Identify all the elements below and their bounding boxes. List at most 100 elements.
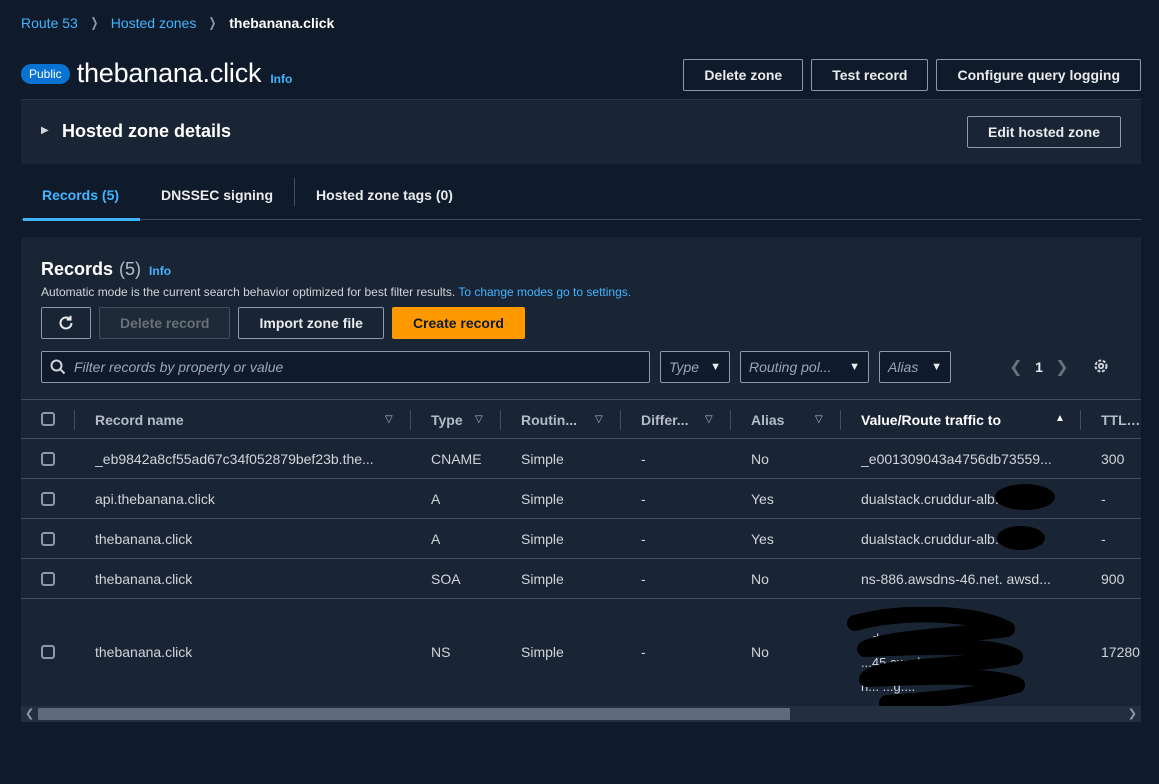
record-differentiator: - bbox=[641, 451, 646, 467]
breadcrumb-hosted-zones[interactable]: Hosted zones bbox=[111, 15, 197, 31]
record-differentiator: - bbox=[641, 491, 646, 507]
record-differentiator: - bbox=[641, 531, 646, 547]
public-badge: Public bbox=[21, 63, 70, 84]
sort-icon[interactable]: ▽ bbox=[475, 414, 483, 425]
record-name: api.thebanana.click bbox=[95, 491, 215, 507]
col-record-name[interactable]: Record name bbox=[95, 412, 184, 428]
breadcrumb-route53[interactable]: Route 53 bbox=[21, 15, 78, 31]
next-page-icon[interactable]: ❯ bbox=[1052, 357, 1072, 377]
col-ttl[interactable]: TTL (s bbox=[1101, 412, 1141, 428]
header-actions: Delete zone Test record Configure query … bbox=[683, 59, 1141, 91]
refresh-button[interactable] bbox=[41, 307, 91, 339]
record-routing: Simple bbox=[521, 571, 564, 587]
scroll-left-icon[interactable]: ❮ bbox=[25, 707, 34, 720]
records-info-link[interactable]: Info bbox=[149, 264, 171, 278]
row-checkbox[interactable] bbox=[41, 645, 55, 659]
page-title: thebanana.click bbox=[76, 58, 262, 88]
table-row[interactable]: thebanana.click A Simple - Yes dualstack… bbox=[21, 519, 1141, 559]
record-ttl: 300 bbox=[1101, 451, 1125, 467]
type-filter-select[interactable]: Type ▼ bbox=[660, 351, 730, 383]
col-type[interactable]: Type bbox=[431, 412, 463, 428]
row-checkbox[interactable] bbox=[41, 492, 55, 506]
tab-hosted-zone-tags[interactable]: Hosted zone tags (0) bbox=[295, 170, 474, 220]
search-box[interactable] bbox=[41, 351, 650, 383]
table-row[interactable]: thebanana.click NS Simple - No ...dns-62… bbox=[21, 599, 1141, 709]
col-differentiator[interactable]: Differ... bbox=[641, 412, 688, 428]
record-routing: Simple bbox=[521, 451, 564, 467]
info-link[interactable]: Info bbox=[270, 72, 292, 86]
row-checkbox[interactable] bbox=[41, 572, 55, 586]
table-header: Record name ▽ Type ▽ Routin... ▽ Differ.… bbox=[21, 399, 1141, 439]
records-title: Records bbox=[41, 259, 114, 279]
caret-down-icon: ▼ bbox=[931, 361, 942, 373]
record-type: NS bbox=[431, 644, 451, 660]
sort-icon[interactable]: ▽ bbox=[595, 414, 603, 425]
row-checkbox[interactable] bbox=[41, 532, 55, 546]
search-input[interactable] bbox=[74, 359, 634, 375]
column-divider bbox=[1080, 410, 1081, 430]
horizontal-scrollbar[interactable]: ❮ ❯ bbox=[21, 706, 1141, 722]
chevron-right-icon: ❯ bbox=[208, 15, 217, 30]
record-value: ns-886.awsdns-46.net. awsd... bbox=[861, 571, 1051, 587]
col-value[interactable]: Value/Route traffic to bbox=[861, 412, 1001, 428]
select-all-checkbox[interactable] bbox=[41, 412, 55, 426]
record-name: _eb9842a8cf55ad67c34f052879bef23b.the... bbox=[95, 451, 374, 467]
scroll-right-icon[interactable]: ❯ bbox=[1128, 707, 1137, 720]
record-type: A bbox=[431, 531, 441, 547]
caret-down-icon: ▼ bbox=[710, 361, 721, 373]
routing-policy-filter-select[interactable]: Routing pol... ▼ bbox=[740, 351, 869, 383]
alias-filter-select[interactable]: Alias ▼ bbox=[879, 351, 951, 383]
filter-row: Type ▼ Routing pol... ▼ Alias ▼ bbox=[41, 351, 951, 383]
sort-icon[interactable]: ▽ bbox=[705, 414, 713, 425]
table-row[interactable]: _eb9842a8cf55ad67c34f052879bef23b.the...… bbox=[21, 439, 1141, 479]
create-record-button[interactable]: Create record bbox=[391, 307, 525, 339]
record-alias: Yes bbox=[751, 531, 774, 547]
configure-query-logging-button[interactable]: Configure query logging bbox=[936, 59, 1141, 91]
delete-record-button[interactable]: Delete record bbox=[99, 307, 231, 339]
records-description-text: Automatic mode is the current search beh… bbox=[41, 285, 456, 299]
column-divider bbox=[620, 410, 621, 430]
col-routing[interactable]: Routin... bbox=[521, 412, 577, 428]
sort-icon[interactable]: ▽ bbox=[385, 414, 393, 425]
alias-filter-label: Alias bbox=[888, 359, 919, 375]
record-ttl: - bbox=[1101, 491, 1106, 507]
prev-page-icon[interactable]: ❮ bbox=[1006, 357, 1026, 377]
chevron-right-icon: ❯ bbox=[90, 15, 99, 30]
change-modes-link[interactable]: To change modes go to settings. bbox=[458, 285, 631, 299]
record-ttl: 900 bbox=[1101, 571, 1125, 587]
redaction-mark bbox=[995, 484, 1055, 510]
delete-zone-button[interactable]: Delete zone bbox=[683, 59, 804, 91]
caret-down-icon: ▼ bbox=[849, 361, 860, 373]
tab-records[interactable]: Records (5) bbox=[21, 170, 141, 221]
record-ttl: 17280 bbox=[1101, 644, 1140, 660]
tab-dnssec-signing[interactable]: DNSSEC signing bbox=[140, 170, 294, 220]
table-row[interactable]: thebanana.click SOA Simple - No ns-886.a… bbox=[21, 559, 1141, 599]
record-value: _e001309043a4756db73559... bbox=[861, 451, 1052, 467]
record-name: thebanana.click bbox=[95, 531, 193, 547]
import-zone-file-button[interactable]: Import zone file bbox=[238, 307, 384, 339]
column-divider bbox=[74, 410, 75, 430]
column-divider bbox=[500, 410, 501, 430]
column-divider bbox=[730, 410, 731, 430]
scrollbar-thumb[interactable] bbox=[38, 708, 790, 720]
records-table: Record name ▽ Type ▽ Routin... ▽ Differ.… bbox=[21, 399, 1141, 709]
breadcrumb-current: thebanana.click bbox=[229, 15, 335, 31]
table-row[interactable]: api.thebanana.click A Simple - Yes duals… bbox=[21, 479, 1141, 519]
record-type: CNAME bbox=[431, 451, 482, 467]
expand-caret-icon[interactable]: ▶ bbox=[41, 125, 49, 136]
sort-ascending-icon[interactable]: ▲ bbox=[1055, 413, 1065, 424]
hosted-zone-details-title[interactable]: Hosted zone details bbox=[62, 121, 231, 142]
test-record-button[interactable]: Test record bbox=[811, 59, 929, 91]
current-page[interactable]: 1 bbox=[1026, 359, 1052, 375]
type-filter-label: Type bbox=[669, 359, 700, 375]
col-alias[interactable]: Alias bbox=[751, 412, 784, 428]
edit-hosted-zone-button[interactable]: Edit hosted zone bbox=[967, 116, 1121, 148]
tab-bar: Records (5) DNSSEC signing Hosted zone t… bbox=[21, 170, 1141, 221]
row-checkbox[interactable] bbox=[41, 452, 55, 466]
column-divider bbox=[410, 410, 411, 430]
gear-icon[interactable] bbox=[1092, 357, 1110, 378]
records-header: Records (5) Info bbox=[41, 259, 171, 280]
sort-icon[interactable]: ▽ bbox=[815, 414, 823, 425]
record-alias: No bbox=[751, 451, 769, 467]
record-alias: No bbox=[751, 644, 769, 660]
